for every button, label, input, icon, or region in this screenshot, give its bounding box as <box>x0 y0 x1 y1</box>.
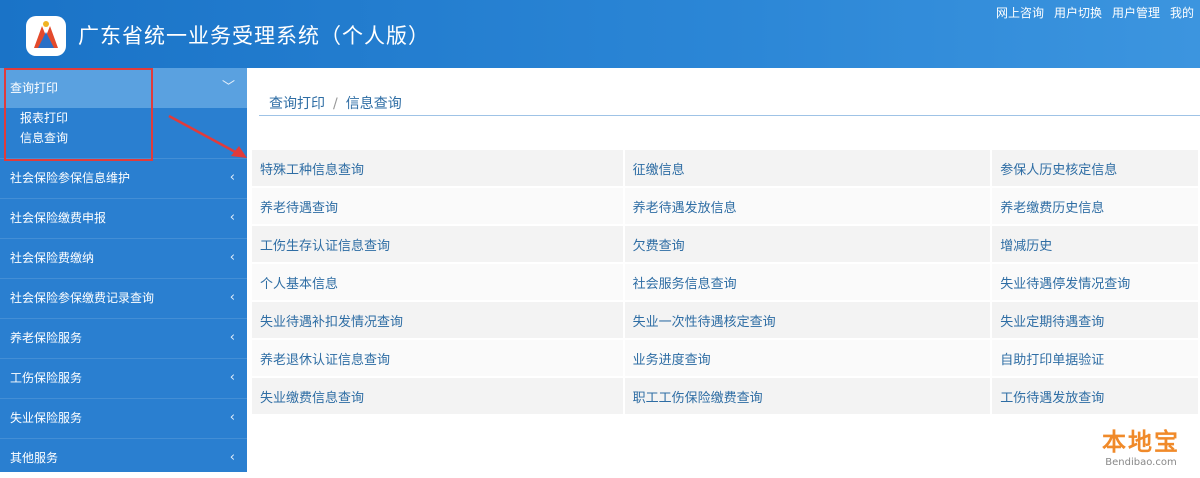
query-link[interactable]: 失业定期待遇查询 <box>991 301 1200 340</box>
query-link[interactable]: 工伤生存认证信息查询 <box>252 225 625 264</box>
my-account-link[interactable]: 我的 <box>1170 4 1194 21</box>
query-link[interactable]: 失业待遇补扣发情况查询 <box>252 301 625 340</box>
table-row: 失业待遇补扣发情况查询 失业一次性待遇核定查询 失业定期待遇查询 <box>252 301 1200 340</box>
chevron-left-icon: ‹ <box>229 290 235 305</box>
app-title: 广东省统一业务受理系统（个人版） <box>78 24 430 48</box>
sidebar-item-insurance-info[interactable]: 社会保险参保信息维护 ‹ <box>0 158 247 198</box>
query-link[interactable]: 养老待遇查询 <box>252 187 625 226</box>
query-link[interactable]: 工伤待遇发放查询 <box>991 377 1200 416</box>
sidebar-item-payment-declaration[interactable]: 社会保险缴费申报 ‹ <box>0 198 247 238</box>
query-link[interactable]: 职工工伤保险缴费查询 <box>623 377 993 416</box>
switch-user-link[interactable]: 用户切换 <box>1054 4 1102 21</box>
query-link[interactable]: 养老退休认证信息查询 <box>252 339 625 378</box>
table-row: 工伤生存认证信息查询 欠费查询 增减历史 <box>252 225 1200 264</box>
query-link[interactable]: 增减历史 <box>991 225 1200 264</box>
query-link[interactable]: 失业缴费信息查询 <box>252 377 625 416</box>
sidebar-item-pension-service[interactable]: 养老保险服务 ‹ <box>0 318 247 358</box>
annotation-arrow-icon <box>168 114 247 158</box>
annotation-highlight-box <box>4 68 153 161</box>
watermark-text: 本地宝 <box>1102 428 1180 456</box>
watermark-logo: 本地宝 Bendibao.com <box>1102 422 1180 468</box>
main-content: 查询打印 / 信息查询 特殊工种信息查询 征缴信息 参保人历史核定信息 养老待遇查询… <box>247 68 1200 472</box>
sidebar-item-payment-record-query[interactable]: 社会保险参保缴费记录查询 ‹ <box>0 278 247 318</box>
breadcrumb: 查询打印 / 信息查询 <box>269 93 402 113</box>
top-actions: 网上咨询 用户切换 用户管理 我的 <box>996 4 1194 21</box>
logo-icon <box>26 16 66 56</box>
breadcrumb-current: 信息查询 <box>345 96 402 112</box>
sidebar-item-unemployment-service[interactable]: 失业保险服务 ‹ <box>0 398 247 438</box>
online-consult-link[interactable]: 网上咨询 <box>996 4 1044 21</box>
breadcrumb-separator: / <box>333 96 338 112</box>
watermark-subtext: Bendibao.com <box>1105 457 1177 468</box>
query-link[interactable]: 特殊工种信息查询 <box>252 150 625 188</box>
query-link[interactable]: 养老缴费历史信息 <box>991 187 1200 226</box>
breadcrumb-divider <box>259 115 1200 116</box>
breadcrumb-parent[interactable]: 查询打印 <box>269 96 325 112</box>
table-row: 养老待遇查询 养老待遇发放信息 养老缴费历史信息 <box>252 187 1200 226</box>
query-link[interactable]: 欠费查询 <box>623 225 993 264</box>
chevron-left-icon: ‹ <box>229 450 235 465</box>
query-link[interactable]: 自助打印单据验证 <box>991 339 1200 378</box>
sidebar-item-fee-payment[interactable]: 社会保险费缴纳 ‹ <box>0 238 247 278</box>
sidebar-item-other-services[interactable]: 其他服务 ‹ <box>0 438 247 478</box>
app-header: 广东省统一业务受理系统（个人版） 网上咨询 用户切换 用户管理 我的 <box>0 0 1200 68</box>
chevron-left-icon: ‹ <box>229 410 235 425</box>
chevron-left-icon: ‹ <box>229 170 235 185</box>
chevron-left-icon: ‹ <box>229 250 235 265</box>
table-row: 失业缴费信息查询 职工工伤保险缴费查询 工伤待遇发放查询 <box>252 377 1200 416</box>
query-link[interactable]: 个人基本信息 <box>252 263 625 302</box>
query-link[interactable]: 业务进度查询 <box>623 339 993 378</box>
table-row: 个人基本信息 社会服务信息查询 失业待遇停发情况查询 <box>252 263 1200 302</box>
chevron-down-icon: ﹀ <box>221 80 235 95</box>
chevron-left-icon: ‹ <box>229 330 235 345</box>
user-management-link[interactable]: 用户管理 <box>1112 4 1160 21</box>
chevron-left-icon: ‹ <box>229 210 235 225</box>
query-link[interactable]: 社会服务信息查询 <box>623 263 993 302</box>
query-link[interactable]: 参保人历史核定信息 <box>991 150 1200 188</box>
query-link[interactable]: 失业一次性待遇核定查询 <box>623 301 993 340</box>
query-link-grid: 特殊工种信息查询 征缴信息 参保人历史核定信息 养老待遇查询 养老待遇发放信息 … <box>252 150 1200 416</box>
query-link[interactable]: 征缴信息 <box>623 150 993 188</box>
query-link[interactable]: 养老待遇发放信息 <box>623 187 993 226</box>
chevron-left-icon: ‹ <box>229 370 235 385</box>
table-row: 养老退休认证信息查询 业务进度查询 自助打印单据验证 <box>252 339 1200 378</box>
sidebar-item-injury-service[interactable]: 工伤保险服务 ‹ <box>0 358 247 398</box>
query-link[interactable]: 失业待遇停发情况查询 <box>991 263 1200 302</box>
table-row: 特殊工种信息查询 征缴信息 参保人历史核定信息 <box>252 150 1200 188</box>
